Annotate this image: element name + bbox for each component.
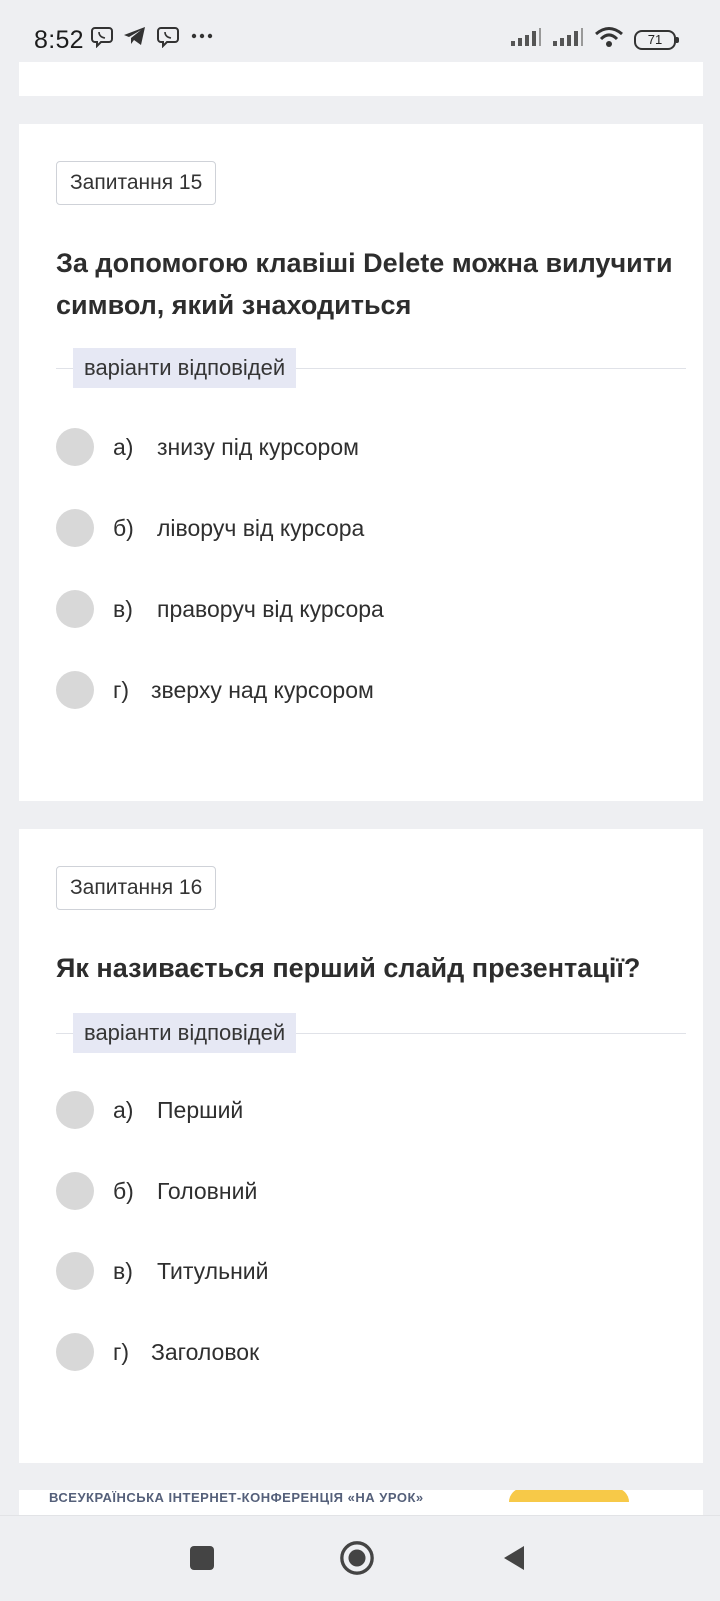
banner-text: ВСЕУКРАЇНСЬКА ІНТЕРНЕТ-КОНФЕРЕНЦІЯ «НА У… — [49, 1490, 424, 1505]
radio-button[interactable] — [56, 590, 94, 628]
answer-option-a[interactable]: а) Перший — [56, 1091, 243, 1129]
option-text: ліворуч від курсора — [157, 514, 365, 541]
banner-logo — [509, 1490, 629, 1502]
telegram-icon — [122, 24, 148, 53]
option-text: праворуч від курсора — [157, 595, 384, 622]
radio-button[interactable] — [56, 509, 94, 547]
option-text: Заголовок — [151, 1338, 260, 1365]
option-letter: б) — [113, 1177, 134, 1204]
notification-icons — [90, 24, 216, 53]
wifi-icon — [594, 26, 624, 53]
status-time: 8:52 — [34, 26, 84, 54]
option-letter: а) — [113, 1096, 134, 1123]
radio-button[interactable] — [56, 1252, 94, 1290]
radio-button[interactable] — [56, 1333, 94, 1371]
answer-option-b[interactable]: б) Головний — [56, 1172, 257, 1210]
signal-icon — [552, 27, 584, 52]
question-text: За допомогою клавіші Delete можна вилучи… — [56, 248, 673, 320]
question-number-badge: Запитання 15 — [56, 161, 217, 205]
option-text: Титульний — [157, 1257, 269, 1284]
radio-button[interactable] — [56, 1172, 94, 1210]
answer-option-c[interactable]: в) Титульний — [56, 1252, 268, 1290]
previous-question-card — [19, 62, 703, 96]
option-letter: б) — [113, 514, 134, 541]
viber-icon — [90, 24, 114, 53]
recents-square-icon[interactable] — [184, 1540, 220, 1576]
radio-button[interactable] — [56, 671, 94, 709]
status-bar: 8:52 71 — [0, 0, 720, 62]
system-navigation-bar — [0, 1515, 720, 1601]
option-text: Перший — [157, 1096, 244, 1123]
option-text: Головний — [157, 1177, 258, 1204]
question-text: Як називається перший слайд презентації? — [56, 953, 641, 983]
option-letter: г) — [113, 1338, 130, 1365]
system-icons: 71 — [510, 26, 679, 53]
answers-label: варіанти відповідей — [73, 348, 297, 388]
battery-icon: 71 — [634, 29, 679, 50]
back-triangle-icon[interactable] — [496, 1540, 532, 1576]
viber-icon — [156, 24, 180, 53]
option-letter: а) — [113, 433, 134, 460]
option-letter: в) — [113, 595, 133, 622]
answer-option-b[interactable]: б) ліворуч від курсора — [56, 509, 364, 547]
option-text: знизу під курсором — [157, 433, 359, 460]
radio-button[interactable] — [56, 428, 94, 466]
question-card-15: Запитання 15 За допомогою клавіші Delete… — [19, 124, 703, 801]
answer-option-a[interactable]: а) знизу під курсором — [56, 428, 359, 466]
option-text: зверху над курсором — [151, 676, 374, 703]
option-letter: г) — [113, 676, 130, 703]
home-circle-icon[interactable] — [339, 1540, 375, 1576]
answers-label: варіанти відповідей — [73, 1013, 297, 1053]
signal-icon — [510, 27, 542, 52]
answer-option-c[interactable]: в) праворуч від курсора — [56, 590, 384, 628]
radio-button[interactable] — [56, 1091, 94, 1129]
question-number-badge: Запитання 16 — [56, 866, 217, 910]
more-dots-icon — [188, 24, 216, 53]
answer-option-d[interactable]: г) зверху над курсором — [56, 671, 374, 709]
option-letter: в) — [113, 1257, 133, 1284]
question-card-16: Запитання 16 Як називається перший слайд… — [19, 829, 703, 1463]
answer-option-d[interactable]: г) Заголовок — [56, 1333, 259, 1371]
